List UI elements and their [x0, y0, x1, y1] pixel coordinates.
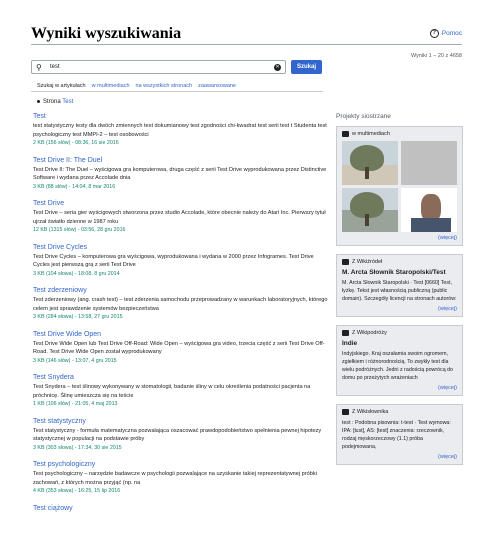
wikisource-icon: [342, 259, 349, 265]
result-item: Test statystyczny Test statystyczny - fo…: [33, 417, 328, 452]
wikisource-label: Z Wikiźródeł: [352, 259, 383, 265]
page-title: Wyniki wyszukiwania: [31, 25, 182, 42]
result-title[interactable]: Test zderzeniowy: [33, 286, 328, 296]
result-meta: 3 KB (104 słowa) - 18:08, 8 gru 2014: [33, 270, 120, 277]
media-more-link[interactable]: (więcej): [342, 235, 457, 241]
result-title[interactable]: Test ciążowy: [33, 504, 328, 514]
result-meta: 4 KB (353 słowa) - 16:25, 15 lip 2016: [33, 488, 121, 494]
result-snippet: Test statystyczny - formuła matematyczna…: [33, 427, 322, 443]
scope-advanced[interactable]: zaawansowane: [198, 83, 236, 89]
wiktionary-icon: [342, 409, 349, 415]
result-meta: 3 KB (88 słów) - 14:04, 8 mar 2016: [33, 183, 116, 190]
media-thumbnail[interactable]: [342, 188, 398, 232]
wikisource-text: M. Arcta Słownik Staropolski · Test [066…: [342, 280, 457, 302]
media-panel-label: w multimediach: [352, 131, 390, 137]
wikivoyage-panel: Z Wikipodróży Indie Indyjskiego. Kraj os…: [336, 325, 463, 396]
result-meta: 3 KB (146 słów) - 13:07, 4 gru 2015: [33, 357, 117, 364]
wiktionary-panel: Z Wikisłownika test : Podobna pisownia: …: [336, 404, 463, 465]
result-meta: 3 KB (303 słowa) - 17:34, 30 sie 2015: [33, 444, 122, 451]
result-title[interactable]: Test Drive: [33, 199, 328, 209]
title-divider: [31, 44, 462, 45]
wikisource-panel: Z Wikiźródeł M. Arcta Słownik Staropolsk…: [336, 254, 463, 317]
question-circle-icon: ?: [429, 29, 439, 38]
scope-articles: Szukaj w artykułach: [37, 82, 86, 89]
result-meta: 3 KB (284 słowa) - 13:58, 27 gru 2015: [33, 314, 123, 320]
result-item: Test Drive II: The Duel Test Drive II: T…: [33, 156, 328, 191]
sidebar-heading: Projekty siostrzane: [336, 113, 391, 120]
results-count: Wyniki 1 – 20 z 4658: [410, 53, 462, 59]
wiktionary-label: Z Wikisłownika: [352, 409, 389, 415]
result-meta: 1 KB (106 słów) - 21:05, 4 maj 2013: [33, 401, 118, 407]
scope-multimedia[interactable]: w multimediach: [92, 83, 130, 89]
search-input[interactable]: ⚲ test ✕: [31, 60, 286, 74]
result-item: Test Snydera Test Snydera – test ślinowy…: [33, 373, 328, 408]
result-meta: 2 KB (156 słów) - 08:36, 16 sie 2016: [33, 140, 119, 146]
result-title[interactable]: Test Snydera: [33, 373, 328, 383]
result-item: Test zderzeniowy Test zderzeniowy (ang. …: [33, 286, 328, 321]
wiktionary-more-link[interactable]: (więcej): [342, 454, 457, 460]
result-snippet: Test Drive – seria gier wyścigowych stwo…: [33, 210, 326, 225]
result-title[interactable]: Test Drive II: The Duel: [33, 156, 328, 166]
wikivoyage-icon: [342, 330, 349, 336]
result-snippet: Test psychologiczny – narzędzie badawcze…: [33, 471, 317, 486]
search-scope-bar: Szukaj w artykułach w multimediach na ws…: [31, 80, 323, 92]
result-item: Test Drive Test Drive – seria gier wyści…: [33, 199, 328, 234]
exact-match-link[interactable]: Test: [62, 99, 73, 105]
result-snippet: Test Drive II: The Duel – wyścigowa gra …: [33, 166, 327, 182]
help-label: Pomoc: [441, 30, 462, 37]
wikisource-title[interactable]: M. Arcta Słownik Staropolski/Test: [342, 269, 457, 276]
wikisource-more-link[interactable]: (więcej): [342, 306, 457, 312]
exact-match-prefix: Strona: [43, 99, 63, 105]
result-snippet: Test Snydera – test ślinowy wykonywany w…: [33, 384, 311, 399]
clear-icon[interactable]: ✕: [274, 63, 281, 71]
result-snippet: Test zderzeniowy (ang. crash test) – tes…: [33, 297, 328, 312]
result-title[interactable]: Test Drive Cycles: [33, 243, 328, 253]
results-list: Test test statystyczny testy dla dwóch z…: [33, 112, 328, 522]
wiktionary-text: test : Podobna pisownia: t-test · Test w…: [342, 420, 451, 450]
media-thumbnail[interactable]: [401, 188, 457, 232]
search-icon: ⚲: [36, 62, 42, 72]
result-item: Test test statystyczny testy dla dwóch z…: [33, 112, 328, 147]
result-item: Test psychologiczny Test psychologiczny …: [33, 460, 328, 495]
result-title[interactable]: Test: [33, 112, 328, 122]
exact-match: Strona Test: [37, 99, 73, 105]
result-snippet: Test Drive Cycles – komputerowa gra wyśc…: [33, 253, 314, 269]
result-snippet: Test Drive Wide Open lub Test Drive Off-…: [33, 340, 325, 356]
wikivoyage-label: Z Wikipodróży: [352, 330, 387, 336]
wikivoyage-text: Indyjskiego. Kraj oszałamia swoim ogrome…: [342, 351, 454, 381]
result-snippet: test statystyczny testy dla dwóch zmienn…: [33, 123, 327, 138]
search-button[interactable]: Szukaj: [291, 60, 322, 74]
result-item: Test Drive Cycles Test Drive Cycles – ko…: [33, 243, 328, 278]
help-link[interactable]: ? Pomoc: [429, 29, 462, 38]
result-item: Test Drive Wide Open Test Drive Wide Ope…: [33, 330, 328, 365]
result-item: Test ciążowy: [33, 504, 328, 514]
media-panel: w multimediach (więcej): [336, 126, 463, 246]
bullet-icon: [37, 99, 40, 103]
media-thumbnail[interactable]: [401, 141, 457, 185]
result-title[interactable]: Test psychologiczny: [33, 460, 328, 470]
result-meta: 12 KB (1315 słów) - 03:56, 28 gru 2016: [33, 227, 126, 233]
sister-projects-sidebar: Projekty siostrzane w multimediach (więc…: [336, 113, 463, 473]
camera-icon: [342, 131, 349, 137]
media-thumbnail[interactable]: [342, 141, 398, 185]
result-title[interactable]: Test Drive Wide Open: [33, 330, 328, 340]
wikivoyage-title[interactable]: Indie: [342, 340, 457, 347]
result-title[interactable]: Test statystyczny: [33, 417, 328, 427]
scope-all-pages[interactable]: na wszystkich stronach: [136, 83, 193, 89]
search-input-value[interactable]: test: [46, 64, 274, 70]
wikivoyage-more-link[interactable]: (więcej): [342, 385, 457, 391]
